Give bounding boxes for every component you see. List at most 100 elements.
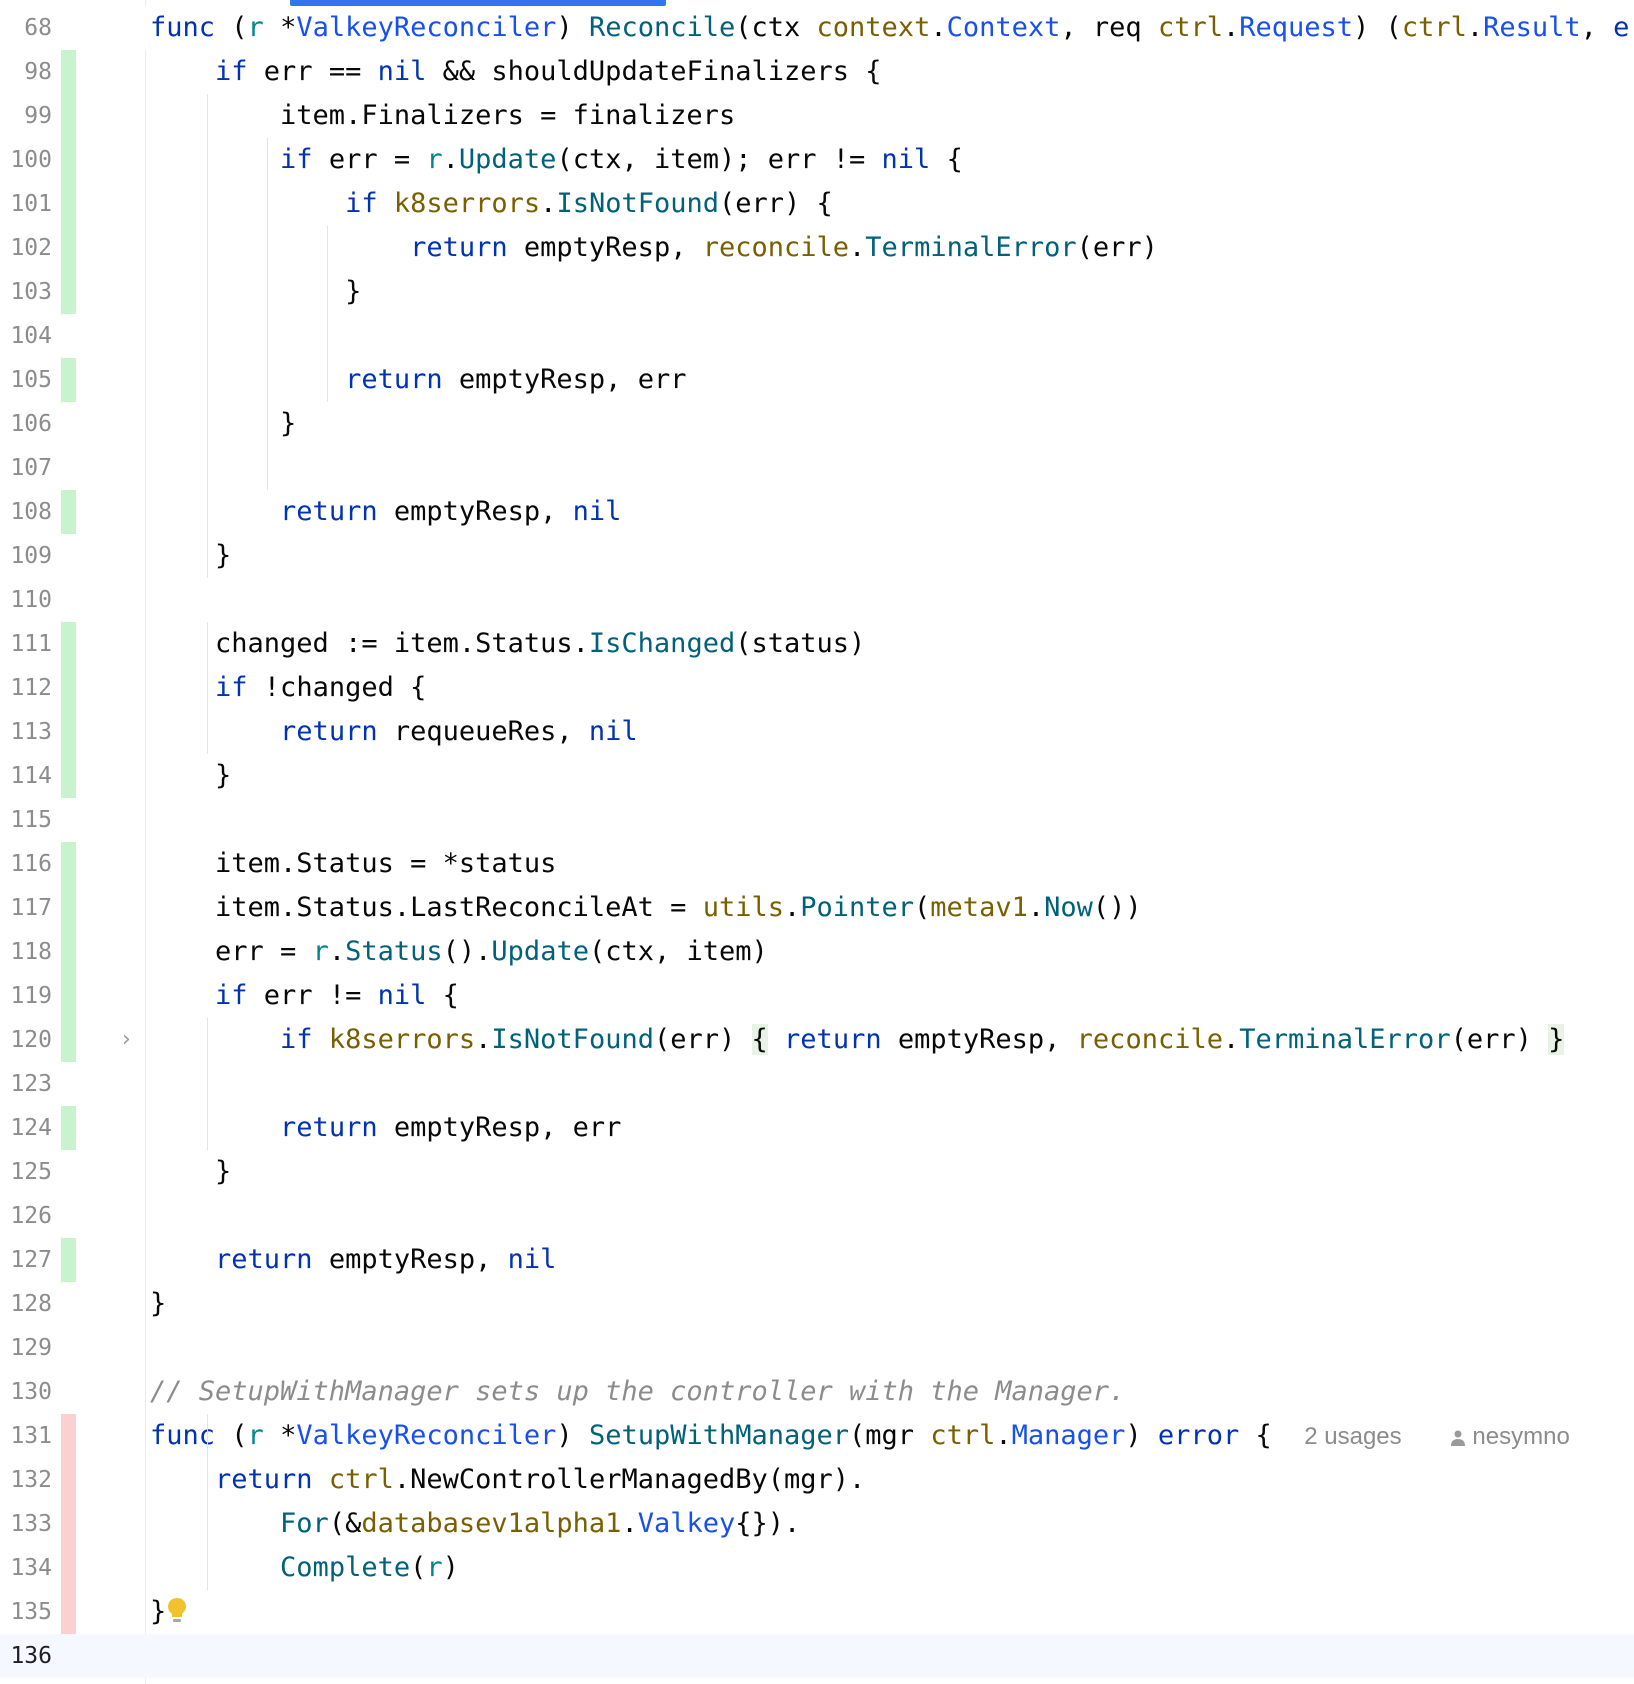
vcs-removed-marker[interactable] bbox=[61, 1458, 76, 1502]
line-number[interactable]: 134 bbox=[0, 1546, 52, 1590]
line-number[interactable]: 116 bbox=[0, 842, 52, 886]
code-line[interactable]: 118 err = r.Status().Update(ctx, item) bbox=[0, 930, 1634, 974]
vcs-added-marker[interactable] bbox=[61, 50, 76, 94]
code-line[interactable]: 126 bbox=[0, 1194, 1634, 1238]
code-line[interactable]: 111 changed := item.Status.IsChanged(sta… bbox=[0, 622, 1634, 666]
code-line[interactable]: 120 › if k8serrors.IsNotFound(err) { retu… bbox=[0, 1018, 1634, 1062]
code-line[interactable]: 100 if err = r.Update(ctx, item); err !=… bbox=[0, 138, 1634, 182]
vcs-added-marker[interactable] bbox=[61, 1018, 76, 1062]
line-number[interactable]: 126 bbox=[0, 1194, 52, 1238]
vcs-added-marker[interactable] bbox=[61, 182, 76, 226]
vcs-added-marker[interactable] bbox=[61, 710, 76, 754]
code-text[interactable]: Complete(r) bbox=[150, 1546, 459, 1590]
line-number[interactable]: 131 bbox=[0, 1414, 52, 1458]
code-line[interactable]: 104 bbox=[0, 314, 1634, 358]
line-number[interactable]: 123 bbox=[0, 1062, 52, 1106]
code-text[interactable]: } bbox=[150, 1282, 166, 1326]
lightbulb-icon[interactable] bbox=[166, 1596, 188, 1628]
code-line[interactable]: 136 bbox=[0, 1634, 1634, 1678]
code-line[interactable]: 112 if !changed { bbox=[0, 666, 1634, 710]
line-number[interactable]: 119 bbox=[0, 974, 52, 1018]
code-line[interactable]: 116 item.Status = *status bbox=[0, 842, 1634, 886]
code-line[interactable]: 103 } bbox=[0, 270, 1634, 314]
code-line[interactable]: 108 return emptyResp, nil bbox=[0, 490, 1634, 534]
vcs-added-marker[interactable] bbox=[61, 842, 76, 886]
vcs-removed-marker[interactable] bbox=[61, 1502, 76, 1546]
code-line[interactable]: 110 bbox=[0, 578, 1634, 622]
line-number[interactable]: 109 bbox=[0, 534, 52, 578]
code-text[interactable]: if k8serrors.IsNotFound(err) { bbox=[150, 182, 833, 226]
code-line[interactable]: 124 return emptyResp, err bbox=[0, 1106, 1634, 1150]
line-number[interactable]: 133 bbox=[0, 1502, 52, 1546]
line-number[interactable]: 100 bbox=[0, 138, 52, 182]
vcs-removed-marker[interactable] bbox=[61, 1590, 76, 1634]
line-number[interactable]: 101 bbox=[0, 182, 52, 226]
vcs-added-marker[interactable] bbox=[61, 1106, 76, 1150]
code-line[interactable]: 109 } bbox=[0, 534, 1634, 578]
line-number[interactable]: 103 bbox=[0, 270, 52, 314]
line-number[interactable]: 105 bbox=[0, 358, 52, 402]
line-number[interactable]: 104 bbox=[0, 314, 52, 358]
vcs-added-marker[interactable] bbox=[61, 490, 76, 534]
code-line[interactable]: 107 bbox=[0, 446, 1634, 490]
vcs-added-marker[interactable] bbox=[61, 754, 76, 798]
code-text[interactable]: } bbox=[150, 270, 361, 314]
sticky-line[interactable]: 68 func (r *ValkeyReconciler) Reconcile(c… bbox=[0, 6, 1634, 50]
code-text[interactable]: item.Status.LastReconcileAt = utils.Poin… bbox=[150, 886, 1142, 930]
code-line[interactable]: 129 bbox=[0, 1326, 1634, 1370]
code-text[interactable]: if err == nil && shouldUpdateFinalizers … bbox=[150, 50, 882, 94]
code-line[interactable]: 131 func (r *ValkeyReconciler) SetupWithM… bbox=[0, 1414, 1634, 1458]
line-number[interactable]: 117 bbox=[0, 886, 52, 930]
vcs-added-marker[interactable] bbox=[61, 886, 76, 930]
code-line[interactable]: 106 } bbox=[0, 402, 1634, 446]
code-line[interactable]: 113 return requeueRes, nil bbox=[0, 710, 1634, 754]
line-number[interactable]: 98 bbox=[0, 50, 52, 94]
line-number[interactable]: 130 bbox=[0, 1370, 52, 1414]
code-text[interactable]: return ctrl.NewControllerManagedBy(mgr). bbox=[150, 1458, 865, 1502]
code-line[interactable]: 125 } bbox=[0, 1150, 1634, 1194]
line-number[interactable]: 124 bbox=[0, 1106, 52, 1150]
code-line[interactable]: 123 bbox=[0, 1062, 1634, 1106]
chevron-right-icon[interactable]: › bbox=[122, 1018, 142, 1062]
code-text[interactable]: item.Finalizers = finalizers bbox=[150, 94, 735, 138]
code-line[interactable]: 130 // SetupWithManager sets up the contr… bbox=[0, 1370, 1634, 1414]
code-text[interactable]: } bbox=[150, 754, 231, 798]
code-text[interactable]: func (r *ValkeyReconciler) SetupWithMana… bbox=[150, 1414, 1570, 1458]
line-number[interactable]: 99 bbox=[0, 94, 52, 138]
vcs-added-marker[interactable] bbox=[61, 138, 76, 182]
line-number[interactable]: 136 bbox=[0, 1634, 52, 1678]
line-number[interactable]: 113 bbox=[0, 710, 52, 754]
line-number[interactable]: 107 bbox=[0, 446, 52, 490]
code-line[interactable]: 105 return emptyResp, err bbox=[0, 358, 1634, 402]
code-line[interactable]: 99 item.Finalizers = finalizers bbox=[0, 94, 1634, 138]
usages-hint[interactable]: 2 usages bbox=[1304, 1423, 1401, 1450]
code-line[interactable]: 132 return ctrl.NewControllerManagedBy(m… bbox=[0, 1458, 1634, 1502]
line-number[interactable]: 114 bbox=[0, 754, 52, 798]
code-line[interactable]: 133 For(&databasev1alpha1.Valkey{}). bbox=[0, 1502, 1634, 1546]
line-number[interactable]: 106 bbox=[0, 402, 52, 446]
author-hint[interactable]: nesymno bbox=[1450, 1423, 1570, 1450]
code-text[interactable]: } bbox=[150, 534, 231, 578]
code-text[interactable]: } bbox=[150, 402, 296, 446]
code-line[interactable]: 127 return emptyResp, nil bbox=[0, 1238, 1634, 1282]
vcs-added-marker[interactable] bbox=[61, 270, 76, 314]
code-text[interactable]: } bbox=[150, 1590, 166, 1634]
code-text[interactable]: item.Status = *status bbox=[150, 842, 556, 886]
vcs-added-marker[interactable] bbox=[61, 358, 76, 402]
line-number[interactable]: 110 bbox=[0, 578, 52, 622]
line-number[interactable]: 118 bbox=[0, 930, 52, 974]
code-text[interactable]: return emptyResp, reconcile.TerminalErro… bbox=[150, 226, 1158, 270]
vcs-added-marker[interactable] bbox=[61, 666, 76, 710]
code-line[interactable]: 128} bbox=[0, 1282, 1634, 1326]
line-number[interactable]: 128 bbox=[0, 1282, 52, 1326]
code-text[interactable]: return requeueRes, nil bbox=[150, 710, 638, 754]
vcs-added-marker[interactable] bbox=[61, 1238, 76, 1282]
vcs-removed-marker[interactable] bbox=[61, 1414, 76, 1458]
line-number[interactable]: 111 bbox=[0, 622, 52, 666]
code-text[interactable]: return emptyResp, err bbox=[150, 1106, 621, 1150]
vcs-added-marker[interactable] bbox=[61, 974, 76, 1018]
vcs-removed-marker[interactable] bbox=[61, 1546, 76, 1590]
code-line[interactable]: 98 if err == nil && shouldUpdateFinalize… bbox=[0, 50, 1634, 94]
vcs-added-marker[interactable] bbox=[61, 226, 76, 270]
vcs-added-marker[interactable] bbox=[61, 94, 76, 138]
